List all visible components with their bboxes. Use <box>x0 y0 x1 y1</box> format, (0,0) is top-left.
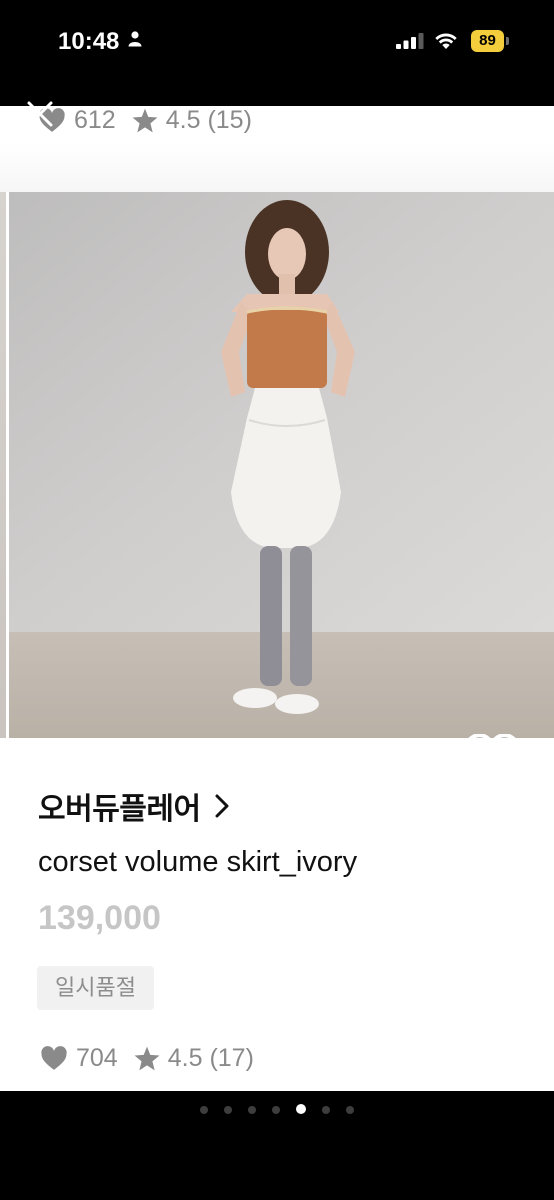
page-dot[interactable] <box>296 1104 306 1114</box>
brand-link[interactable]: 오버듀플레어 <box>38 784 229 828</box>
status-bar: 10:48 89 <box>0 0 554 84</box>
wifi-icon <box>435 33 457 49</box>
status-time: 10:48 <box>58 28 120 55</box>
likes-count: 704 <box>76 1044 118 1072</box>
product-image[interactable] <box>9 192 554 738</box>
star-icon <box>134 1046 160 1071</box>
product-image-area[interactable] <box>0 192 554 738</box>
header-fade <box>0 142 554 192</box>
wishlist-heart-icon[interactable] <box>463 734 521 786</box>
chevron-right-icon <box>215 794 229 818</box>
brand-name: 오버듀플레어 <box>38 793 201 826</box>
top-strip <box>0 84 554 106</box>
signal-icon <box>396 33 424 49</box>
close-icon[interactable] <box>26 100 54 128</box>
product-card: 612 4.5 (15) 오버듀플레어 corset volume skirt_… <box>0 84 554 1091</box>
previous-rating: 4.5 <box>165 106 201 134</box>
page-dot[interactable] <box>224 1106 232 1114</box>
star-icon <box>132 108 158 133</box>
page-dot[interactable] <box>200 1106 208 1114</box>
page-dot[interactable] <box>272 1106 280 1114</box>
person-icon <box>128 31 142 47</box>
rating: 4.5 <box>167 1044 203 1072</box>
previous-likes-count: 612 <box>74 106 116 134</box>
heart-icon <box>41 1046 67 1070</box>
page-dot[interactable] <box>248 1106 256 1114</box>
page-indicator[interactable] <box>0 1101 554 1119</box>
battery-tip <box>506 37 509 45</box>
product-stats: 704 4.5 (17) <box>40 1044 254 1073</box>
previous-reviews: (15) <box>207 106 252 134</box>
page-dot[interactable] <box>322 1106 330 1114</box>
reviews-count: (17) <box>209 1044 254 1072</box>
previous-item-stats: 612 4.5 (15) <box>38 106 252 135</box>
page-dot[interactable] <box>346 1106 354 1114</box>
battery-icon: 89 <box>471 30 504 52</box>
status-badge: 일시품절 <box>37 966 154 1010</box>
product-price: 139,000 <box>38 899 161 937</box>
product-name[interactable]: corset volume skirt_ivory <box>38 846 357 879</box>
previous-image-edge <box>0 192 6 738</box>
